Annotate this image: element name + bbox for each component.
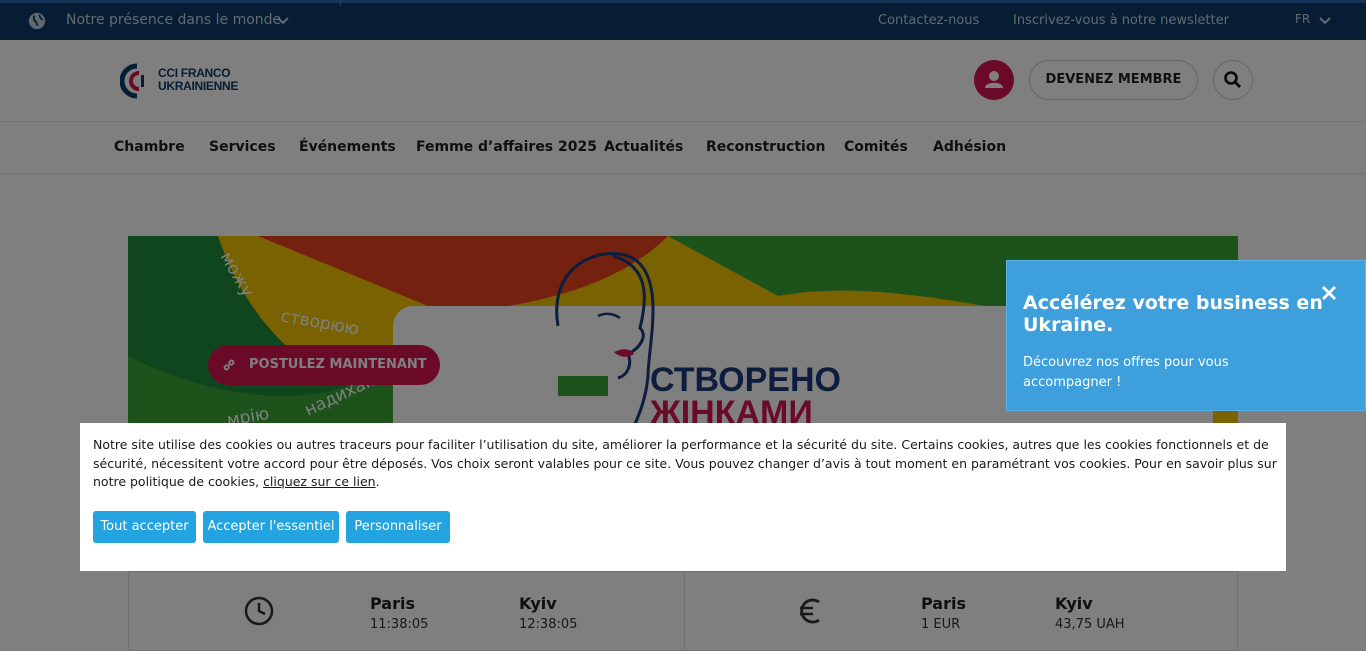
customize-button[interactable]: Personnaliser	[346, 511, 450, 543]
promo-popup: Accélérez votre business en Ukraine. Déc…	[1006, 260, 1366, 411]
accept-essential-button[interactable]: Accepter l'essentiel	[203, 511, 339, 543]
cookie-banner: Notre site utilise des cookies ou autres…	[80, 423, 1286, 571]
promo-subtitle[interactable]: Découvrez nos offres pour vous accompagn…	[1023, 353, 1263, 393]
cookie-policy-link[interactable]: cliquez sur ce lien	[263, 474, 376, 489]
cookie-text-end: .	[375, 474, 380, 490]
accept-all-button[interactable]: Tout accepter	[93, 511, 196, 543]
cookie-text: Notre site utilise des cookies ou autres…	[93, 436, 1278, 492]
close-icon[interactable]	[1319, 283, 1339, 303]
promo-title: Accélérez votre business en Ukraine.	[1023, 292, 1323, 336]
